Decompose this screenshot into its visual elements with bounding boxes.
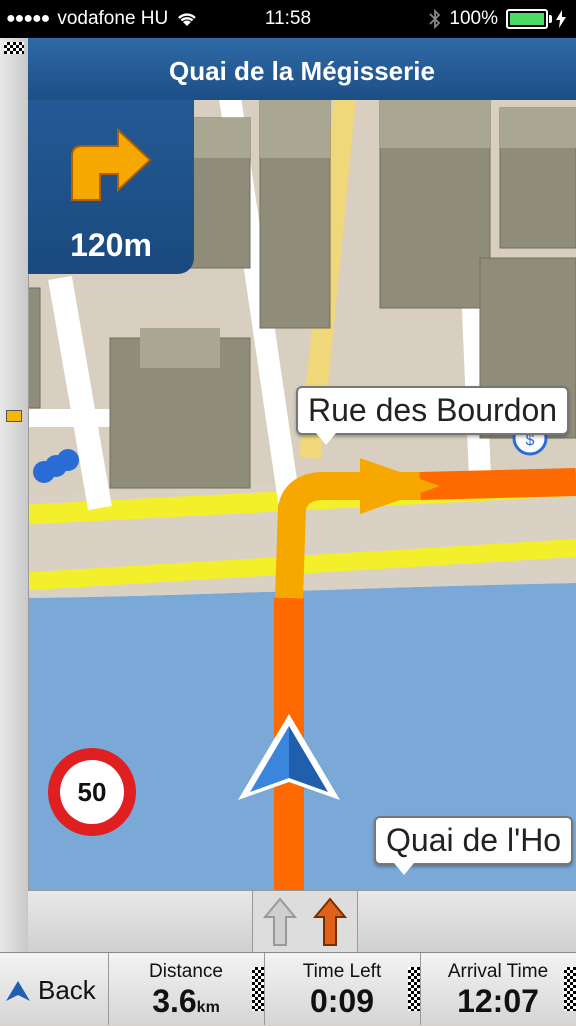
back-button[interactable]: Back	[0, 953, 109, 1025]
battery-percentage: 100%	[449, 8, 498, 29]
bluetooth-icon	[429, 9, 441, 29]
lane-straight-active-icon	[313, 897, 347, 946]
speed-limit-sign: 50	[48, 748, 136, 836]
navigation-arrow-icon	[6, 981, 30, 1001]
checkered-flag-icon	[252, 967, 264, 1011]
checkered-flag-icon	[408, 967, 420, 1011]
battery-icon	[506, 9, 552, 29]
charging-icon	[556, 10, 566, 28]
arrival-time-field[interactable]: Arrival Time 12:07	[420, 953, 576, 1025]
arrival-time-value: 12:07	[457, 983, 539, 1019]
distance-unit: km	[196, 999, 220, 1016]
time-left-field[interactable]: Time Left 0:09	[264, 953, 421, 1025]
time-left-value: 0:09	[309, 983, 375, 1019]
back-label: Back	[38, 975, 96, 1005]
progress-marker	[6, 410, 22, 422]
arrival-time-label: Arrival Time	[447, 961, 549, 982]
time-left-label: Time Left	[302, 961, 382, 982]
next-turn-panel[interactable]: 120m	[28, 100, 194, 274]
distance-field[interactable]: Distance 3.6km	[108, 953, 265, 1025]
lane-straight-icon	[263, 897, 297, 946]
destination-flag-icon	[4, 42, 24, 54]
status-bar: ●●●●● vodafone HU 11:58 100%	[0, 0, 576, 38]
distance-value: 3.6	[152, 983, 197, 1019]
route-progress-sidebar[interactable]	[0, 38, 29, 952]
current-street-title: Quai de la Mégisserie	[28, 38, 576, 100]
lane-guidance-bar	[28, 890, 576, 953]
speed-limit-value: 50	[60, 760, 124, 824]
bottom-info-bar: Back Distance 3.6km Time Left 0:09 Arriv…	[0, 952, 576, 1025]
distance-label: Distance	[149, 961, 223, 982]
next-turn-distance: 120m	[70, 227, 152, 263]
street-label-bourdon: Rue des Bourdon	[296, 386, 570, 445]
street-label-quai: Quai de l'Ho	[374, 816, 574, 875]
checkered-flag-icon	[564, 967, 576, 1011]
turn-right-arrow-icon	[71, 127, 152, 201]
lane-guidance	[252, 891, 358, 953]
